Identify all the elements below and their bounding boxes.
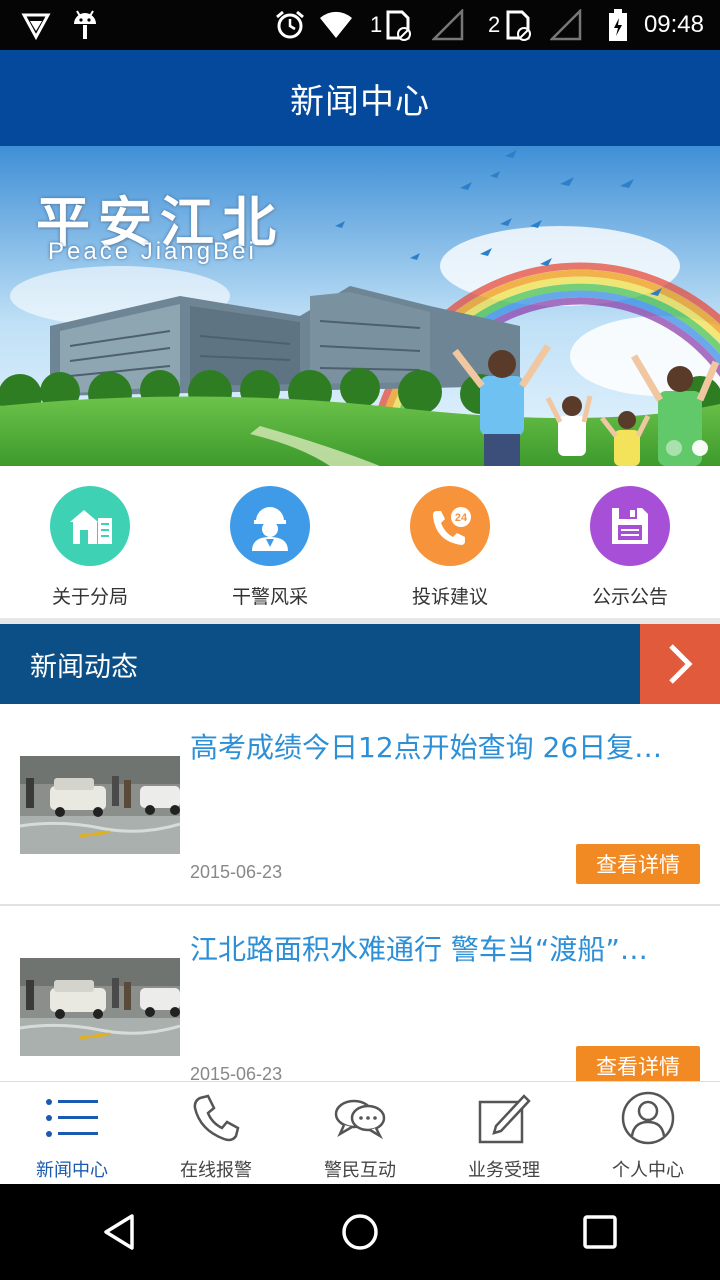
chat-bubbles-icon	[330, 1088, 390, 1148]
tab-label: 在线报警	[180, 1160, 252, 1181]
tab-interaction[interactable]: 警民互动	[288, 1082, 432, 1184]
status-time: 09:48	[643, 11, 704, 38]
tab-label: 业务受理	[468, 1160, 540, 1181]
sim-icon	[504, 0, 534, 50]
view-details-button[interactable]: 查看详情	[576, 844, 700, 884]
banner-carousel[interactable]: 平安江北 Peace JiangBei	[0, 146, 720, 466]
news-item[interactable]: 江北路面积水难通行 警车当“渡船”… 2015-06-23 查看详情	[0, 906, 720, 1081]
quick-item-notice[interactable]: 公示公告	[540, 466, 720, 618]
tab-online-alarm[interactable]: 在线报警	[144, 1082, 288, 1184]
news-title[interactable]: 江北路面积水难通行 警车当“渡船”…	[190, 928, 700, 968]
carousel-dot-active[interactable]	[692, 440, 708, 456]
news-date: 2015-06-23	[190, 1064, 283, 1081]
carousel-indicator	[666, 440, 708, 456]
bottom-tab-bar: 新闻中心 在线报警 警民互动 业务受理 个人中心	[0, 1081, 720, 1184]
building-icon	[50, 486, 130, 566]
police-officer-icon	[230, 486, 310, 566]
back-button[interactable]	[60, 1184, 180, 1280]
tab-label: 警民互动	[324, 1160, 396, 1181]
quick-label: 关于分局	[51, 586, 128, 608]
battery-icon	[608, 0, 628, 50]
phone-24-icon: 24	[410, 486, 490, 566]
banner-subtitle: Peace JiangBei	[48, 238, 257, 265]
tab-business[interactable]: 业务受理	[432, 1082, 576, 1184]
alarm-icon	[274, 0, 306, 50]
news-section-header: 新闻动态	[0, 624, 720, 704]
phone-icon	[186, 1088, 246, 1148]
signal-icon	[550, 0, 582, 50]
sim1-label: 1	[370, 12, 383, 37]
sim2-label: 2	[488, 12, 501, 37]
status-bar: 1 2 09:48	[0, 0, 720, 50]
back-triangle-icon	[104, 1214, 134, 1250]
home-button[interactable]	[300, 1184, 420, 1280]
signal-icon	[432, 0, 464, 50]
quick-item-about[interactable]: 关于分局	[0, 466, 180, 618]
quick-label: 干警风采	[231, 586, 308, 608]
system-nav-bar	[0, 1184, 720, 1280]
news-thumbnail	[20, 958, 180, 1056]
news-date: 2015-06-23	[190, 862, 283, 882]
person-icon	[618, 1088, 678, 1148]
news-list: 高考成绩今日12点开始查询 26日复… 2015-06-23 查看详情 江北路面…	[0, 704, 720, 1081]
recents-button[interactable]	[540, 1184, 660, 1280]
sim-icon	[384, 0, 414, 50]
news-title[interactable]: 高考成绩今日12点开始查询 26日复…	[190, 726, 700, 766]
news-item[interactable]: 高考成绩今日12点开始查询 26日复… 2015-06-23 查看详情	[0, 704, 720, 906]
vpn-icon	[20, 0, 52, 50]
quick-label: 公示公告	[591, 586, 668, 608]
view-details-button[interactable]: 查看详情	[576, 1046, 700, 1081]
quick-menu: 关于分局 干警风采 24 投诉建议 公示公告	[0, 466, 720, 618]
recents-square-icon	[583, 1215, 617, 1249]
tab-profile[interactable]: 个人中心	[576, 1082, 720, 1184]
home-circle-icon	[342, 1214, 378, 1250]
page-title: 新闻中心	[290, 81, 430, 122]
news-thumbnail	[20, 756, 180, 854]
quick-item-officers[interactable]: 干警风采	[180, 466, 360, 618]
app-bar: 新闻中心	[0, 50, 720, 146]
news-list-icon	[42, 1088, 102, 1148]
chevron-right-icon	[669, 644, 693, 684]
section-title: 新闻动态	[30, 651, 138, 683]
tab-label: 新闻中心	[36, 1160, 108, 1181]
more-news-button[interactable]	[640, 624, 720, 704]
tab-label: 个人中心	[612, 1160, 684, 1181]
android-icon	[70, 0, 100, 50]
svg-text:24: 24	[455, 512, 468, 524]
quick-label: 投诉建议	[411, 586, 488, 608]
quick-item-complaint[interactable]: 24 投诉建议	[360, 466, 540, 618]
carousel-dot[interactable]	[666, 440, 682, 456]
floppy-disk-icon	[590, 486, 670, 566]
tab-news-center[interactable]: 新闻中心	[0, 1082, 144, 1184]
wifi-icon	[318, 0, 354, 50]
edit-icon	[474, 1088, 534, 1148]
